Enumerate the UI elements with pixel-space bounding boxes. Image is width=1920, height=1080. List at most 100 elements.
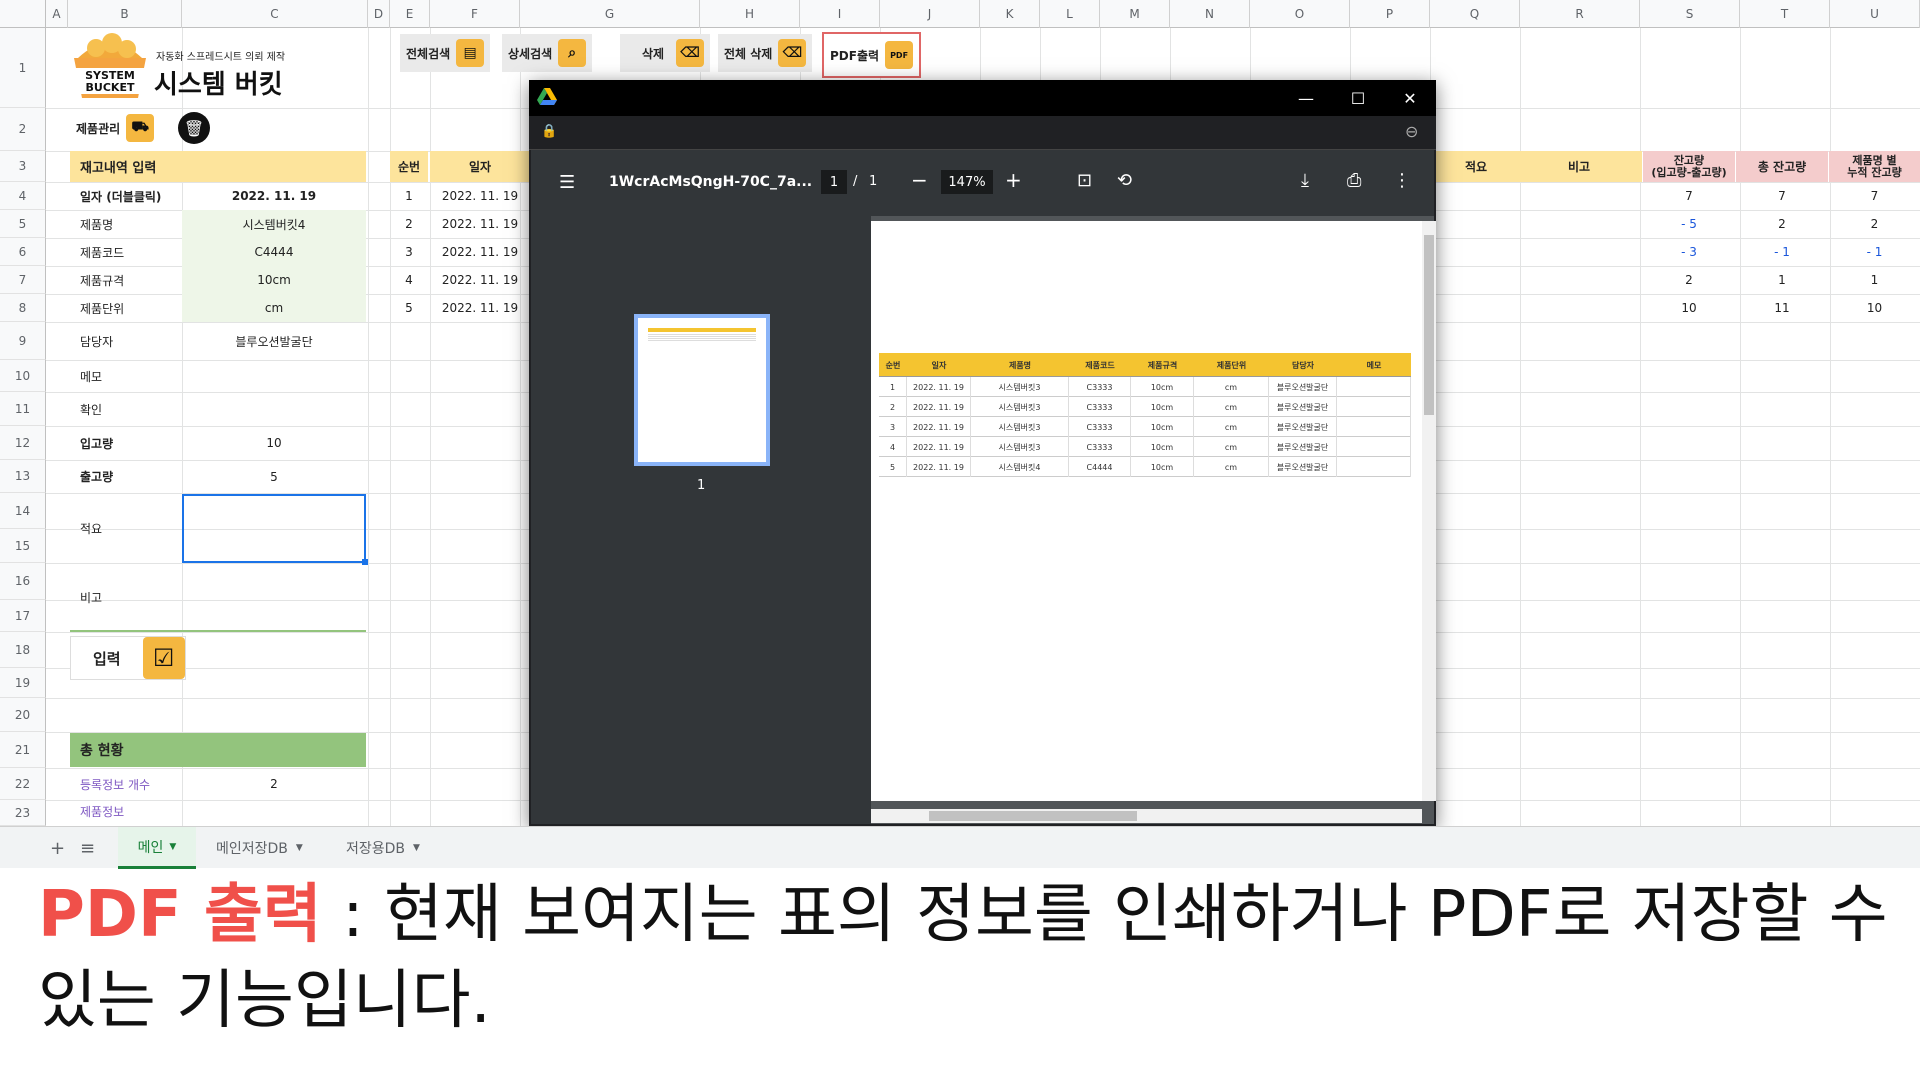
row-header[interactable]: 9: [0, 322, 46, 360]
column-header[interactable]: R: [1520, 0, 1640, 28]
row-header[interactable]: 23: [0, 800, 46, 826]
cell-date[interactable]: 2022. 11. 19: [430, 266, 530, 294]
column-header[interactable]: F: [430, 0, 520, 28]
zoom-in-icon[interactable]: +: [1005, 168, 1022, 192]
form-value[interactable]: 5: [182, 460, 366, 493]
row-header[interactable]: 8: [0, 294, 46, 322]
cell-total[interactable]: 7: [1736, 182, 1828, 210]
search-all-button[interactable]: 전체검색 ▤: [400, 34, 491, 72]
row-header[interactable]: 16: [0, 563, 46, 600]
column-header[interactable]: S: [1640, 0, 1740, 28]
row-header[interactable]: 20: [0, 698, 46, 732]
close-icon[interactable]: ✕: [1384, 80, 1436, 116]
page-number-input[interactable]: 1: [821, 170, 847, 194]
form-value[interactable]: [182, 360, 366, 392]
row-header[interactable]: 3: [0, 151, 46, 182]
row-header[interactable]: 12: [0, 426, 46, 460]
column-header[interactable]: A: [46, 0, 68, 28]
form-value[interactable]: C4444: [182, 238, 366, 266]
cell-total[interactable]: 1: [1736, 266, 1828, 294]
cell-balance[interactable]: 2: [1643, 266, 1735, 294]
fit-page-icon[interactable]: ⊡: [1077, 170, 1092, 191]
column-header[interactable]: J: [880, 0, 980, 28]
row-header[interactable]: 10: [0, 360, 46, 392]
row-header[interactable]: 19: [0, 668, 46, 698]
cell-total[interactable]: 11: [1736, 294, 1828, 322]
cell-total[interactable]: - 1: [1736, 238, 1828, 266]
menu-icon[interactable]: ☰: [559, 172, 575, 193]
column-header[interactable]: L: [1040, 0, 1100, 28]
row-header[interactable]: 5: [0, 210, 46, 238]
row-header[interactable]: 22: [0, 768, 46, 800]
row-header[interactable]: 15: [0, 529, 46, 563]
search-detail-button[interactable]: 상세검색 ⌕: [502, 34, 593, 72]
row-header[interactable]: 14: [0, 493, 46, 529]
column-header[interactable]: E: [390, 0, 430, 28]
column-header[interactable]: G: [520, 0, 700, 28]
select-all-corner[interactable]: [0, 0, 46, 28]
row-header[interactable]: 11: [0, 392, 46, 426]
cell-no[interactable]: 1: [390, 182, 428, 210]
all-sheets-icon[interactable]: ≡: [80, 827, 95, 869]
print-icon[interactable]: ⎙: [1347, 170, 1361, 191]
horizontal-scrollbar[interactable]: [871, 809, 1422, 823]
cell-no[interactable]: 5: [390, 294, 428, 322]
tab-store-db[interactable]: 저장용DB ▼: [346, 827, 420, 869]
form-value[interactable]: [182, 563, 366, 632]
form-value[interactable]: 10: [182, 426, 366, 460]
minimize-icon[interactable]: —: [1280, 80, 1332, 116]
trash-icon[interactable]: 🗑: [178, 112, 210, 144]
fill-handle[interactable]: [362, 559, 368, 565]
form-value[interactable]: 시스템버킷4: [182, 210, 366, 238]
cell-cumulative[interactable]: 7: [1829, 182, 1920, 210]
column-header[interactable]: D: [368, 0, 390, 28]
cell-balance[interactable]: 10: [1643, 294, 1735, 322]
column-header[interactable]: I: [800, 0, 880, 28]
selected-cell[interactable]: [182, 494, 366, 563]
cell-no[interactable]: 2: [390, 210, 428, 238]
row-header[interactable]: 17: [0, 600, 46, 632]
cell-cumulative[interactable]: 10: [1829, 294, 1920, 322]
cell-cumulative[interactable]: 1: [1829, 266, 1920, 294]
cell-total[interactable]: 2: [1736, 210, 1828, 238]
column-header[interactable]: T: [1740, 0, 1830, 28]
column-header[interactable]: B: [68, 0, 182, 28]
cell-cumulative[interactable]: - 1: [1829, 238, 1920, 266]
pdf-export-button[interactable]: PDF출력 PDF: [822, 32, 922, 78]
row-header[interactable]: 1: [0, 28, 46, 108]
product-mgmt-button[interactable]: 제품관리 ⛟: [70, 110, 161, 146]
column-header[interactable]: M: [1100, 0, 1170, 28]
zoom-lens-icon[interactable]: ⊖: [1405, 122, 1418, 141]
delete-all-button[interactable]: 전체 삭제 ⌫: [718, 34, 813, 72]
cell-date[interactable]: 2022. 11. 19: [430, 238, 530, 266]
zoom-out-icon[interactable]: −: [911, 168, 928, 192]
cell-date[interactable]: 2022. 11. 19: [430, 182, 530, 210]
cell-date[interactable]: 2022. 11. 19: [430, 210, 530, 238]
more-options-icon[interactable]: ⋮: [1393, 170, 1411, 191]
tab-main-db[interactable]: 메인저장DB ▼: [216, 827, 303, 869]
cell-date[interactable]: 2022. 11. 19: [430, 294, 530, 322]
column-header[interactable]: Q: [1430, 0, 1520, 28]
row-header[interactable]: 2: [0, 108, 46, 151]
column-header[interactable]: N: [1170, 0, 1250, 28]
form-value[interactable]: cm: [182, 294, 366, 322]
cell-cumulative[interactable]: 2: [1829, 210, 1920, 238]
form-value[interactable]: 10cm: [182, 266, 366, 294]
row-header[interactable]: 18: [0, 632, 46, 668]
cell-balance[interactable]: - 3: [1643, 238, 1735, 266]
submit-button[interactable]: 입력 ☑: [70, 636, 186, 680]
row-header[interactable]: 4: [0, 182, 46, 210]
form-value[interactable]: 2022. 11. 19: [182, 182, 366, 210]
horizontal-scroll-thumb[interactable]: [929, 811, 1137, 821]
cell-balance[interactable]: 7: [1643, 182, 1735, 210]
vertical-scrollbar[interactable]: [1422, 221, 1436, 801]
delete-button[interactable]: 삭제 ⌫: [620, 34, 710, 72]
page-thumbnail[interactable]: [634, 314, 770, 466]
row-header[interactable]: 7: [0, 266, 46, 294]
cell-balance[interactable]: - 5: [1643, 210, 1735, 238]
form-value[interactable]: [182, 392, 366, 426]
form-value[interactable]: 블루오션발굴단: [182, 322, 366, 360]
row-header[interactable]: 13: [0, 460, 46, 493]
vertical-scroll-thumb[interactable]: [1424, 235, 1434, 415]
cell-no[interactable]: 4: [390, 266, 428, 294]
